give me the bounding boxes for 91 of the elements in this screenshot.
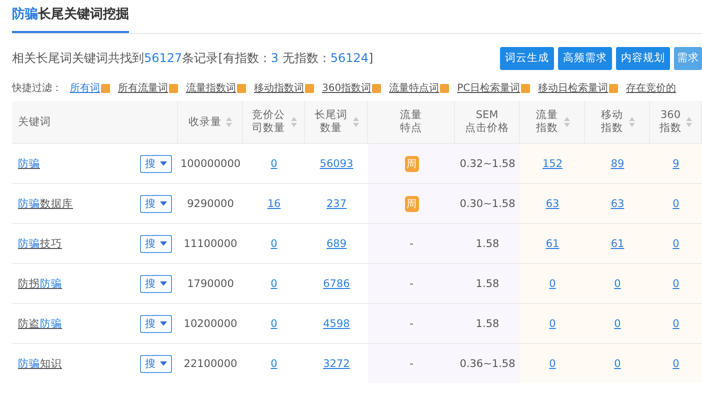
keyword-link[interactable]: 防拐防骗: [18, 276, 62, 290]
count-link[interactable]: 0: [614, 318, 621, 330]
page-title: 防骗长尾关键词挖掘: [12, 0, 129, 33]
count-link[interactable]: 152: [542, 158, 563, 170]
search-dropdown-button[interactable]: 搜: [140, 274, 172, 292]
caret-icon: [160, 321, 167, 326]
filter-label: 快捷过滤：: [12, 82, 62, 95]
table-cell: 1.58: [476, 238, 500, 250]
column-header: 关键词: [18, 116, 51, 128]
column-header: 流量特点: [399, 109, 423, 135]
table-cell: 0.32~1.58: [460, 158, 516, 170]
count-link[interactable]: 0: [614, 278, 621, 290]
count-link[interactable]: 56093: [320, 158, 354, 170]
caret-icon: [160, 241, 167, 246]
action-button[interactable]: 内容规划: [616, 46, 670, 70]
filter-link[interactable]: PC日检索量词: [457, 81, 520, 95]
table-cell: 1.58: [476, 318, 500, 330]
count-link[interactable]: 63: [546, 198, 560, 210]
column-header: SEM 点击价格: [465, 109, 509, 135]
count-link[interactable]: 0: [672, 278, 680, 290]
keyword-link[interactable]: 防骗数据库: [18, 196, 73, 210]
caret-icon: [160, 161, 167, 166]
count-link[interactable]: 4598: [323, 318, 350, 330]
table-cell: 22100000: [184, 358, 238, 370]
count-link[interactable]: 0: [270, 238, 278, 250]
count-link[interactable]: 89: [610, 158, 624, 170]
count-link[interactable]: 61: [610, 238, 624, 250]
search-dropdown-button[interactable]: 搜: [140, 354, 172, 372]
filter-link[interactable]: 所有词: [70, 81, 100, 95]
table-cell: 9290000: [187, 198, 234, 210]
count-link[interactable]: 237: [326, 198, 347, 210]
filter-link[interactable]: 所有流量词: [118, 81, 168, 95]
sort-icon[interactable]: [290, 117, 297, 127]
filter-link[interactable]: 360指数词: [322, 81, 372, 95]
caret-icon: [160, 201, 167, 206]
search-dropdown-button[interactable]: 搜: [140, 154, 172, 172]
count-link[interactable]: 0: [672, 318, 680, 330]
keyword-link[interactable]: 防盗防骗: [18, 316, 62, 330]
table-cell: 0.30~1.58: [460, 198, 516, 210]
count-link[interactable]: 0: [672, 358, 680, 370]
column-header[interactable]: 收录量: [188, 116, 222, 128]
table-cell: 1790000: [187, 278, 234, 290]
count-link[interactable]: 9: [672, 158, 680, 170]
count-link[interactable]: 0: [549, 358, 556, 370]
search-dropdown-button[interactable]: 搜: [140, 314, 172, 332]
keyword-link[interactable]: 防骗技巧: [18, 236, 62, 250]
table-cell: -: [410, 358, 414, 370]
caret-icon: [160, 281, 167, 286]
count-link[interactable]: 63: [610, 198, 624, 210]
sort-icon[interactable]: [564, 117, 570, 127]
sort-icon[interactable]: [628, 117, 635, 127]
count-link[interactable]: 61: [546, 238, 560, 250]
count-link[interactable]: 3272: [323, 358, 350, 370]
keyword-link[interactable]: 防骗知识: [18, 356, 62, 370]
filter-link[interactable]: 移动指数词: [254, 81, 304, 95]
action-button[interactable]: 高频需求: [558, 46, 612, 70]
weekly-badge: 周: [404, 196, 418, 212]
search-dropdown-button[interactable]: 搜: [140, 234, 172, 252]
table-cell: 11100000: [184, 238, 238, 250]
table-cell: -: [410, 318, 414, 330]
action-button[interactable]: 词云生成: [500, 46, 554, 70]
table-cell: 10200000: [184, 318, 238, 330]
count-link[interactable]: 0: [672, 238, 680, 250]
result-summary: 相关长尾词关键词共找到56127条记录[有指数：3 无指数：56124]: [12, 50, 374, 66]
table-cell: 0.36~1.58: [460, 358, 516, 370]
count-link[interactable]: 0: [549, 318, 556, 330]
weekly-badge: 周: [404, 156, 418, 172]
count-link[interactable]: 6786: [323, 278, 350, 290]
sort-icon[interactable]: [353, 117, 360, 127]
filter-link[interactable]: 流量指数词: [186, 81, 236, 95]
count-link[interactable]: 0: [270, 278, 278, 290]
filter-link[interactable]: 流量特点词: [389, 81, 440, 95]
search-dropdown-button[interactable]: 搜: [140, 194, 172, 212]
table-cell: -: [410, 278, 414, 290]
keyword-link[interactable]: 防骗: [18, 156, 40, 170]
filter-link[interactable]: 存在竞价的: [626, 81, 676, 95]
count-link[interactable]: 0: [614, 358, 621, 370]
table-cell: 100000000: [180, 158, 241, 170]
count-link[interactable]: 16: [267, 198, 281, 210]
count-link[interactable]: 0: [549, 278, 556, 290]
filter-link[interactable]: 移动日检索量词: [538, 81, 608, 95]
sort-icon[interactable]: [686, 117, 692, 127]
caret-icon: [160, 361, 167, 366]
sort-icon[interactable]: [226, 117, 232, 127]
count-link[interactable]: 0: [270, 358, 278, 370]
count-link[interactable]: 0: [270, 318, 278, 330]
count-link[interactable]: 0: [672, 198, 680, 210]
table-cell: 1.58: [476, 278, 500, 290]
count-link[interactable]: 0: [270, 158, 278, 170]
table-cell: -: [410, 238, 414, 250]
count-link[interactable]: 689: [326, 238, 347, 250]
